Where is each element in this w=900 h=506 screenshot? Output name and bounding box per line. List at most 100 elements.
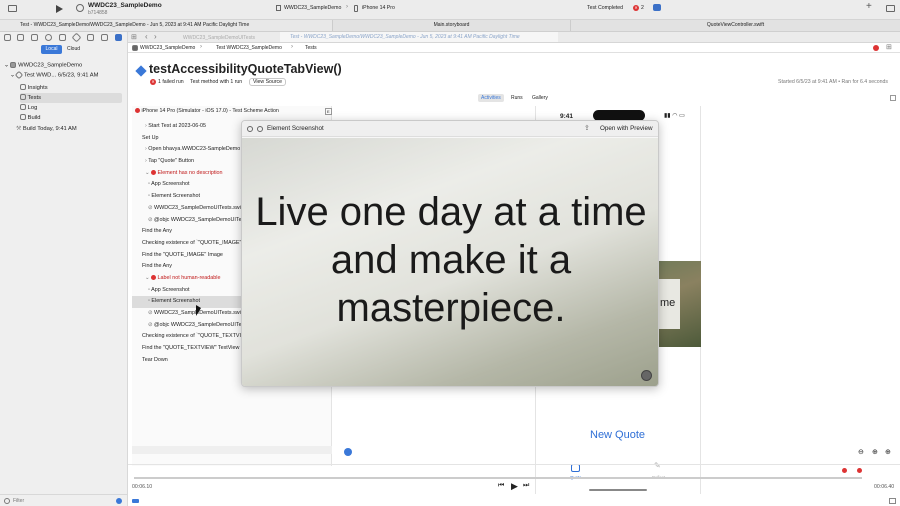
timeline-start: 00:06.10 — [132, 484, 153, 490]
timeline: 00:06.10 ⏮ ▶ ⏭ 00:06.40 — [128, 464, 900, 506]
inspector-icon[interactable] — [890, 95, 896, 101]
segment-activities[interactable]: Activities — [478, 94, 504, 102]
branch-name: b714858 — [88, 10, 108, 16]
add-editor-icon[interactable]: ⊞ — [886, 43, 892, 51]
grid-icon[interactable]: ⊞ — [131, 33, 137, 41]
project-name: WWDC23_SampleDemo — [88, 2, 162, 9]
nav-build-report[interactable]: Build — [20, 113, 41, 123]
error-count: 2 — [641, 5, 644, 11]
back-icon[interactable]: ‹ — [145, 32, 148, 41]
add-icon[interactable]: + — [866, 1, 872, 12]
folder-icon[interactable] — [4, 34, 11, 41]
breadcrumb-test[interactable]: Test WWDC23_SampleDemo — [216, 45, 282, 51]
chevron-right-icon: › — [346, 4, 348, 10]
failed-icon — [135, 108, 140, 114]
zoom-out-icon[interactable]: ⊖ — [858, 448, 864, 456]
test-results-icon[interactable] — [653, 4, 661, 11]
sidebar-toggle-icon[interactable] — [8, 5, 17, 12]
disclosure-icon[interactable]: ⌄ — [4, 63, 9, 69]
segment-gallery[interactable]: Gallery — [532, 94, 548, 102]
step-forward-icon[interactable]: ⏭ — [523, 482, 529, 490]
local-segment[interactable]: Local — [41, 45, 62, 54]
log-header[interactable]: iPhone 14 Pro (Simulator - iOS 17.0) - T… — [132, 106, 332, 117]
close-icon[interactable] — [247, 126, 253, 132]
subtab-uitests[interactable]: WWDC23_SampleDemoUITests — [183, 35, 255, 41]
quote-text-line3: masterpiece. — [336, 286, 566, 330]
log-row-label: Checking existence of `"QUOTE_TEXTVIEW"` — [142, 333, 254, 340]
step-back-icon[interactable]: ⏮ — [498, 482, 504, 490]
nav-build[interactable]: ⚒ Build Today, 9:41 AM — [16, 124, 77, 134]
scheme-icon — [76, 4, 84, 12]
breadcrumb-tests[interactable]: Tests — [305, 45, 317, 51]
accessibility-icon[interactable] — [344, 448, 352, 456]
test-icon[interactable] — [71, 32, 82, 43]
navigator-icons — [0, 32, 128, 43]
tab-label: QuoteViewController.swift — [706, 22, 765, 28]
zoom-fit-icon[interactable]: ⊕ — [885, 448, 891, 456]
device-selector[interactable]: iPhone 14 Pro — [362, 5, 395, 11]
cloud-segment[interactable]: Cloud — [63, 45, 84, 54]
breakpoint-icon[interactable] — [101, 34, 108, 41]
nav-item-label: Tests — [27, 95, 42, 101]
popover-title: Element Screenshot — [267, 125, 324, 132]
breadcrumb-project[interactable]: WWDC23_SampleDemo — [140, 45, 195, 51]
find-icon[interactable] — [45, 34, 52, 41]
log-row-label: Find the "QUOTE_TEXTVIEW" TextView — [142, 345, 240, 352]
new-quote-button[interactable]: New Quote — [590, 429, 645, 441]
breadcrumb-separator: › — [291, 44, 293, 50]
open-with-preview-button[interactable]: Open with Preview — [600, 125, 653, 132]
timeline-track[interactable] — [134, 477, 862, 479]
toolbar: WWDC23_SampleDemo b714858 WWDC23_SampleD… — [0, 0, 900, 20]
disclosure-icon[interactable]: ⌄ — [10, 73, 15, 79]
nav-test-run[interactable]: ⌄ Test WWD... 6/5/23, 9:41 AM — [10, 70, 98, 80]
log-row-label: Label not human-readable — [157, 274, 221, 281]
nav-tests[interactable]: Tests — [20, 93, 122, 103]
forward-icon[interactable]: › — [154, 32, 157, 41]
tab-quote-view-controller[interactable]: QuoteViewController.swift — [570, 20, 900, 31]
subtab-test-report[interactable]: Test - WWDC23_SampleDemo/WWDC23_SampleDe… — [280, 32, 558, 42]
scheme-selector[interactable]: WWDC23_SampleDemo — [284, 5, 341, 11]
breadcrumb-bar: WWDC23_SampleDemo › Test WWDC23_SampleDe… — [128, 43, 900, 53]
nav-insights[interactable]: Insights — [20, 83, 120, 93]
log-row-label: Find the "QUOTE_IMAGE" Image — [142, 251, 223, 258]
report-icon[interactable] — [115, 34, 122, 41]
filter-icon[interactable] — [4, 498, 10, 504]
build-icon — [20, 114, 26, 121]
log-row-label: @objc WWDC23_SampleDemoUITests — [154, 321, 249, 328]
log-row-label: Checking existence of `"QUOTE_IMAGE"` — [142, 239, 244, 246]
filter-input[interactable] — [13, 497, 113, 505]
failed-icon — [151, 275, 157, 281]
failure-marker[interactable] — [857, 468, 862, 473]
segment-runs[interactable]: Runs — [511, 94, 523, 102]
panel-toggle-icon[interactable] — [889, 498, 896, 504]
nav-project[interactable]: ⌄ WWDC23_SampleDemo — [4, 62, 82, 69]
view-segments: Activities Runs Gallery — [478, 94, 550, 102]
nav-log[interactable]: Log — [20, 103, 37, 113]
zoom-in-icon[interactable]: ⊕ — [872, 448, 878, 456]
run-icon[interactable] — [56, 5, 63, 13]
quote-text-line2: and make it a — [330, 238, 572, 282]
play-icon[interactable]: ▶ — [511, 481, 518, 492]
log-row-label: Tap "Quote" Button — [148, 158, 194, 165]
log-row-label: Element Screenshot — [151, 298, 200, 305]
bookmark-icon[interactable] — [31, 34, 38, 41]
share-icon[interactable]: ⇪ — [584, 124, 590, 132]
error-icon[interactable]: ✕ — [633, 5, 639, 11]
timeline-toggle-icon[interactable] — [132, 499, 139, 503]
project-icon — [132, 45, 138, 51]
issue-icon[interactable] — [59, 34, 66, 41]
log-row-label: Set Up — [142, 134, 159, 141]
mouse-cursor — [196, 305, 201, 316]
failure-marker[interactable] — [842, 468, 847, 473]
inspector-toggle-icon[interactable] — [886, 5, 895, 12]
test-title: testAccessibilityQuoteTabView() — [149, 62, 342, 76]
started-info: Started 6/5/23 at 9:41 AM • Ran for 6.4 … — [778, 79, 888, 85]
add-filter-icon[interactable] — [116, 498, 122, 504]
source-control-icon[interactable] — [17, 34, 24, 41]
issue-navigator-icon[interactable] — [873, 45, 879, 51]
debug-icon[interactable] — [87, 34, 94, 41]
expand-icon[interactable] — [641, 370, 652, 381]
tab-test-report[interactable]: Test - WWDC23_SampleDemo/WWDC23_SampleDe… — [0, 20, 332, 31]
tab-main-storyboard[interactable]: Main.storyboard — [332, 20, 570, 31]
view-source-button[interactable]: View Source — [249, 78, 287, 86]
